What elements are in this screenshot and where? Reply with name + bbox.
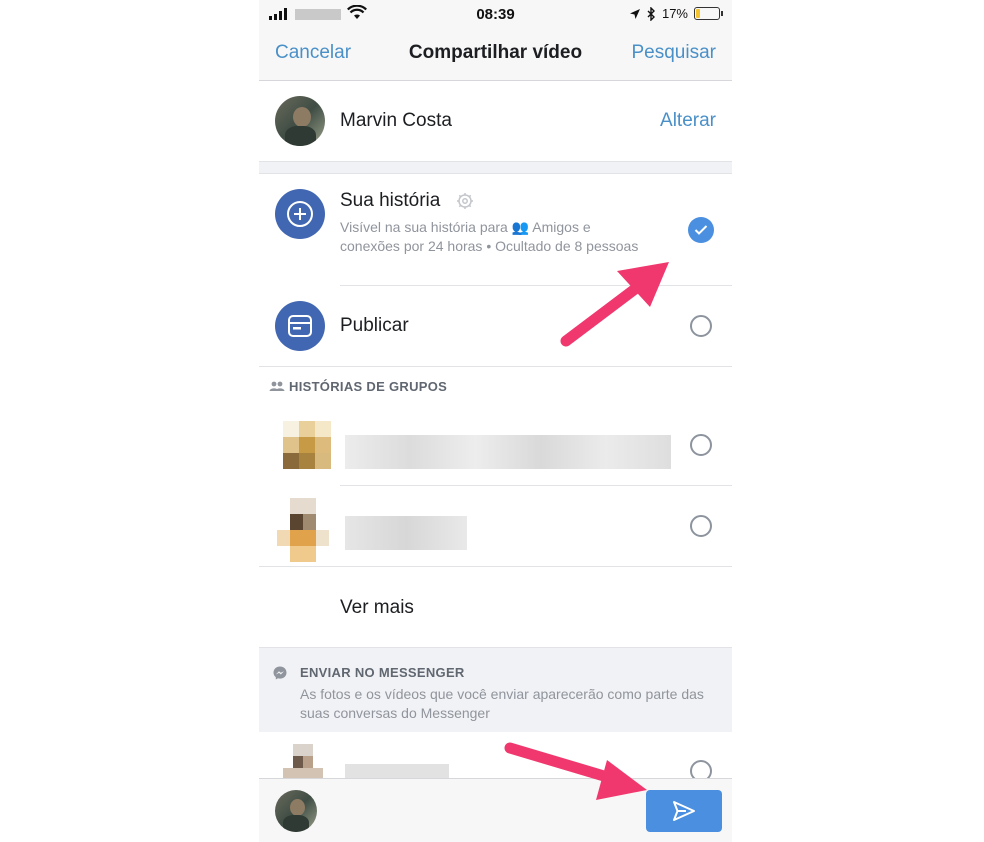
nav-bar: Cancelar Compartilhar vídeo Pesquisar — [259, 28, 732, 81]
story-description: Visível na sua história para 👥 Amigos e … — [340, 219, 639, 254]
story-option[interactable]: Sua história Visível na sua história par… — [259, 174, 732, 284]
group-row[interactable] — [259, 486, 732, 566]
change-profile-button[interactable]: Alterar — [660, 110, 716, 132]
group-name-blurred — [345, 435, 671, 469]
check-icon — [694, 225, 708, 235]
profile-name: Marvin Costa — [340, 110, 452, 131]
publish-title: Publicar — [340, 315, 409, 336]
section-separator — [259, 161, 732, 174]
messenger-section: ENVIAR NO MESSENGER As fotos e os vídeos… — [259, 647, 732, 733]
avatar — [275, 96, 325, 146]
story-title: Sua história — [340, 190, 441, 211]
messenger-heading: ENVIAR NO MESSENGER — [300, 665, 465, 680]
battery-percent: 17% — [661, 6, 688, 21]
phone-screen: 08:39 17% Cancelar Compartilhar vídeo Pe… — [259, 0, 732, 842]
messenger-icon — [273, 666, 287, 680]
group-stories-heading: HISTÓRIAS DE GRUPOS — [289, 379, 448, 394]
gear-icon[interactable] — [456, 192, 474, 210]
bottom-bar — [259, 778, 732, 842]
profile-row: Marvin Costa Alterar — [259, 81, 732, 161]
story-selected-check[interactable] — [688, 217, 714, 243]
see-more-link[interactable]: Ver mais — [340, 597, 414, 619]
group-icon — [269, 381, 285, 391]
search-button[interactable]: Pesquisar — [632, 42, 717, 64]
battery-icon — [694, 7, 723, 20]
group-stories-header: HISTÓRIAS DE GRUPOS — [259, 366, 732, 406]
group-avatar-blurred — [283, 421, 331, 469]
group-avatar-blurred — [277, 498, 329, 562]
status-right: 17% — [629, 6, 723, 21]
group-radio[interactable] — [690, 515, 712, 537]
avatar — [275, 790, 317, 832]
group-radio[interactable] — [690, 434, 712, 456]
publish-icon — [275, 301, 325, 351]
plus-circle-icon — [275, 189, 325, 239]
group-name-blurred — [345, 516, 467, 550]
location-arrow-icon — [629, 8, 640, 19]
bluetooth-icon — [647, 6, 655, 21]
send-icon — [673, 801, 695, 821]
messenger-description: As fotos e os vídeos que você enviar apa… — [300, 686, 704, 721]
publish-option[interactable]: Publicar — [259, 286, 732, 366]
group-row[interactable] — [259, 405, 732, 485]
messenger-contact-row[interactable] — [259, 732, 732, 782]
send-button[interactable] — [646, 790, 722, 832]
status-bar: 08:39 17% — [259, 0, 732, 28]
contact-name-blurred — [345, 764, 449, 778]
see-more-row[interactable]: Ver mais — [259, 567, 732, 647]
contact-avatar-blurred — [283, 744, 323, 780]
publish-radio[interactable] — [690, 315, 712, 337]
